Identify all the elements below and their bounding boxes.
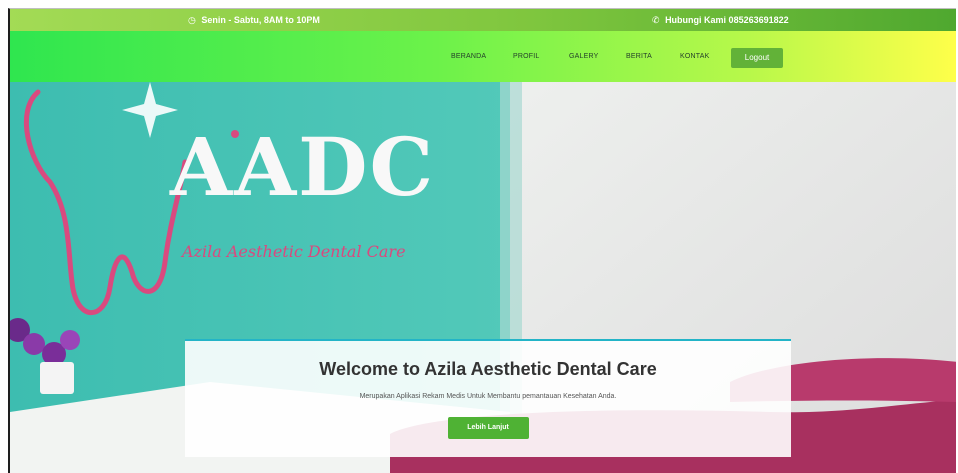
main-navbar: BERANDA PROFIL GALERY BERITA KONTAK Logo…: [10, 31, 956, 82]
nav-berita[interactable]: BERITA: [626, 31, 652, 82]
nav-profil[interactable]: PROFIL: [513, 31, 539, 82]
nav-kontak[interactable]: KONTAK: [680, 31, 709, 82]
clock-icon: ◷: [188, 15, 196, 25]
browser-viewport: ◷ Senin - Sabtu, 8AM to 10PM ✆ Hubungi K…: [8, 8, 956, 473]
welcome-title: Welcome to Azila Aesthetic Dental Care: [319, 359, 657, 379]
aadc-logo-subtitle: Azila Aesthetic Dental Care: [182, 242, 406, 261]
phone-icon: ✆: [652, 15, 660, 25]
aadc-logo-text: AADC: [170, 120, 436, 214]
opening-hours: ◷ Senin - Sabtu, 8AM to 10PM: [188, 9, 320, 31]
hero-banner: AADC Azila Aesthetic Dental Care Welcome…: [10, 82, 956, 473]
contact-phone-text: Hubungi Kami 085263691822: [665, 15, 789, 25]
contact-phone: ✆ Hubungi Kami 085263691822: [652, 9, 789, 31]
welcome-subtitle: Merupakan Aplikasi Rekam Medis Untuk Mem…: [359, 393, 617, 400]
welcome-card: Welcome to Azila Aesthetic Dental Care M…: [185, 339, 791, 457]
opening-hours-text: Senin - Sabtu, 8AM to 10PM: [201, 15, 320, 25]
lebih-lanjut-button[interactable]: Lebih Lanjut: [447, 417, 529, 439]
top-info-bar: ◷ Senin - Sabtu, 8AM to 10PM ✆ Hubungi K…: [10, 9, 956, 31]
nav-galery[interactable]: GALERY: [569, 31, 598, 82]
nav-beranda[interactable]: BERANDA: [451, 31, 486, 82]
logout-button[interactable]: Logout: [731, 48, 783, 68]
